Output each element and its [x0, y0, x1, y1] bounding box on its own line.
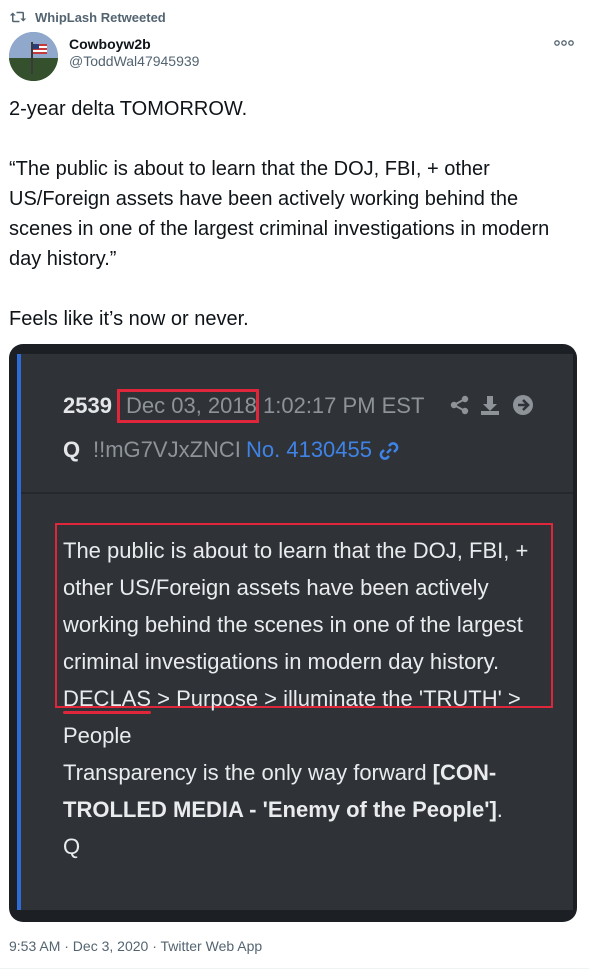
post-time: 1:02:17 PM EST [263, 393, 425, 418]
author-display-name[interactable]: Cowboyw2b [69, 36, 199, 52]
post-number: 2539 [63, 393, 112, 418]
tripcode: !!mG7VJxZNCI [93, 437, 241, 462]
signature: Q [63, 834, 81, 859]
tweet-timestamp[interactable]: 9:53 AM · Dec 3, 2020 · Twitter Web App [9, 938, 262, 954]
share-icon [450, 395, 469, 415]
q-post-body: The public is about to learn that the DO… [63, 532, 563, 865]
download-icon [481, 396, 499, 415]
poster-name: Q [63, 437, 81, 462]
link-icon [379, 442, 399, 460]
transparency-line: Transparency is the only way forward [CO… [63, 760, 503, 822]
red-underline [63, 711, 152, 714]
q-post-header: 2539 Dec 03, 2018 1:02:17 PM EST Q !!mG7… [21, 354, 573, 494]
avatar[interactable] [9, 32, 58, 81]
retweet-label: WhipLash Retweeted [35, 9, 166, 25]
arrow-right-icon [513, 395, 533, 415]
tweet-text: 2-year delta TOMORROW. “The public is ab… [9, 94, 579, 334]
post-number-link: No. 4130455 [246, 437, 372, 462]
more-icon[interactable] [553, 36, 575, 50]
tweet-line-1: 2-year delta TOMORROW. [9, 98, 248, 120]
tweet-quote: “The public is about to learn that the D… [9, 158, 550, 270]
tweet-author[interactable]: Cowboyw2b @ToddWal47945939 [9, 32, 199, 81]
divider [0, 968, 589, 969]
declas-word: DECLAS [63, 686, 152, 714]
author-handle[interactable]: @ToddWal47945939 [69, 52, 199, 70]
tweet-line-3: Feels like it’s now or never. [9, 308, 249, 330]
retweet-icon [9, 11, 27, 23]
tweet-media-image[interactable]: 2539 Dec 03, 2018 1:02:17 PM EST Q !!mG7… [9, 344, 577, 922]
q-post-card: 2539 Dec 03, 2018 1:02:17 PM EST Q !!mG7… [17, 354, 573, 910]
retweet-indicator[interactable]: WhipLash Retweeted [9, 8, 166, 26]
highlighted-paragraph: The public is about to learn that the DO… [63, 538, 529, 674]
declas-line: DECLAS > Purpose > illuminate the 'TRUTH… [63, 680, 563, 754]
date-highlight-box [117, 389, 259, 423]
